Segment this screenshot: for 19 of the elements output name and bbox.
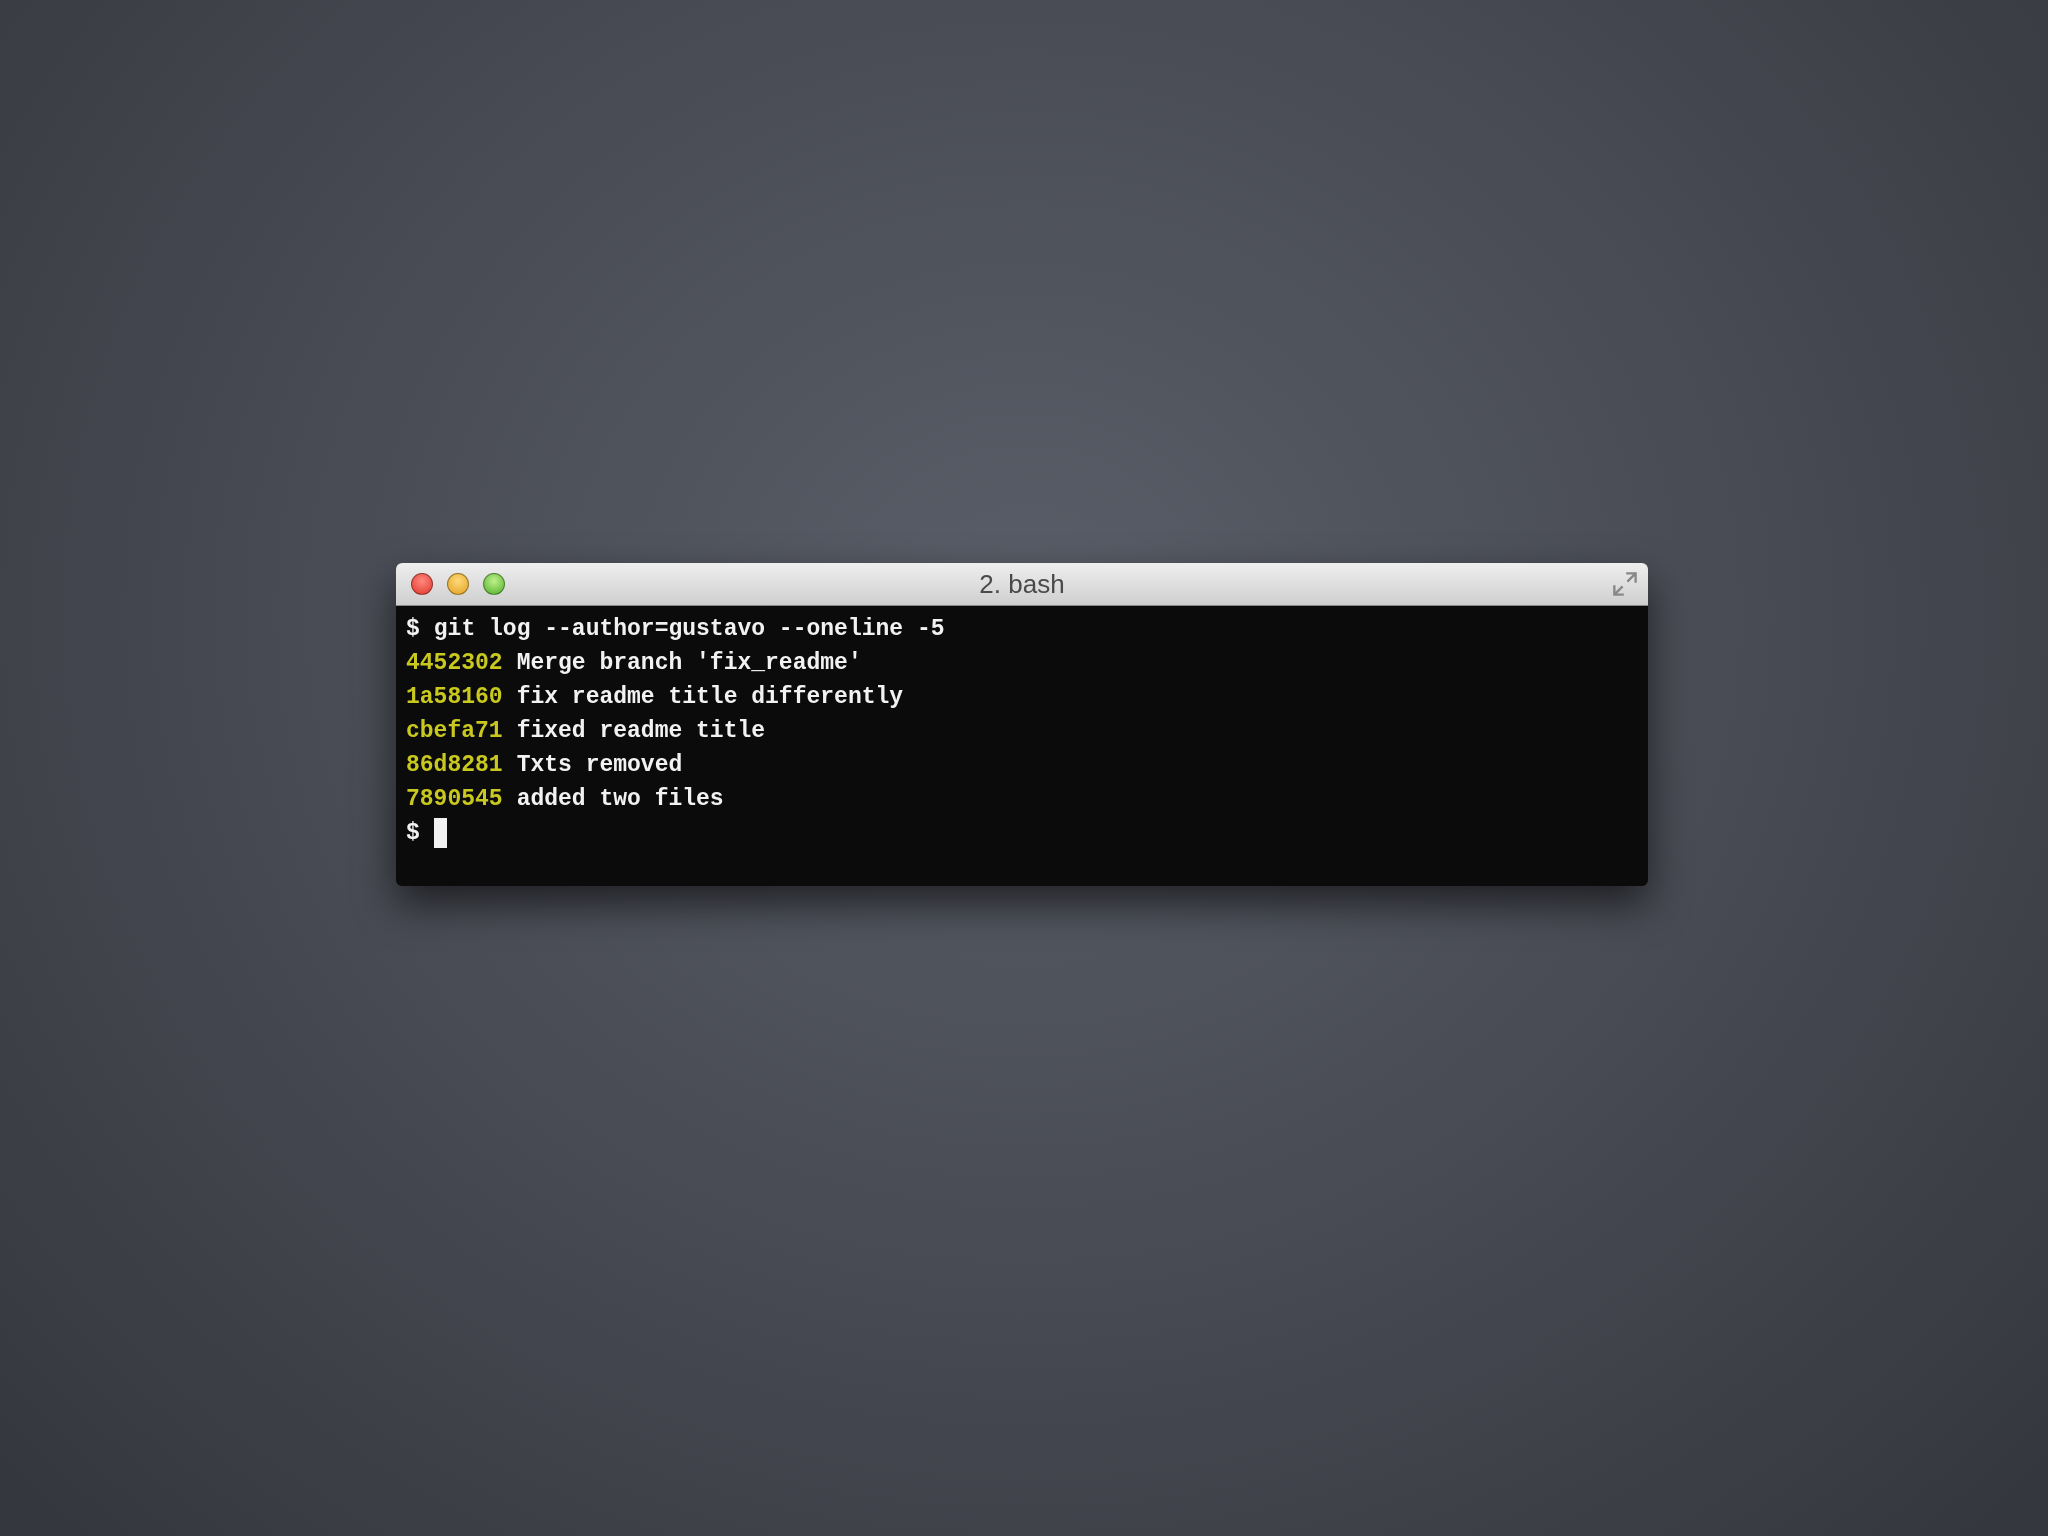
minimize-button[interactable] (447, 573, 469, 595)
commit-message: fix readme title differently (516, 683, 904, 712)
text-cursor (433, 818, 447, 848)
prompt-symbol: $ (406, 615, 420, 644)
prompt-symbol: $ (406, 819, 420, 848)
close-button[interactable] (411, 573, 433, 595)
zoom-button[interactable] (483, 573, 505, 595)
commit-hash: 4452302 (406, 649, 503, 678)
commit-message: Merge branch 'fix_readme' (516, 649, 862, 678)
commit-hash: 86d8281 (406, 751, 503, 780)
command-text: git log --author=gustavo --oneline -5 (433, 615, 945, 644)
commit-message: added two files (516, 785, 724, 814)
fullscreen-icon[interactable] (1612, 571, 1638, 597)
commit-hash: 1a58160 (406, 683, 503, 712)
commit-message: Txts removed (516, 751, 683, 780)
commit-message: fixed readme title (516, 717, 766, 746)
commit-hash: cbefa71 (406, 717, 503, 746)
window-title: 2. bash (979, 568, 1065, 600)
commit-hash: 7890545 (406, 785, 503, 814)
